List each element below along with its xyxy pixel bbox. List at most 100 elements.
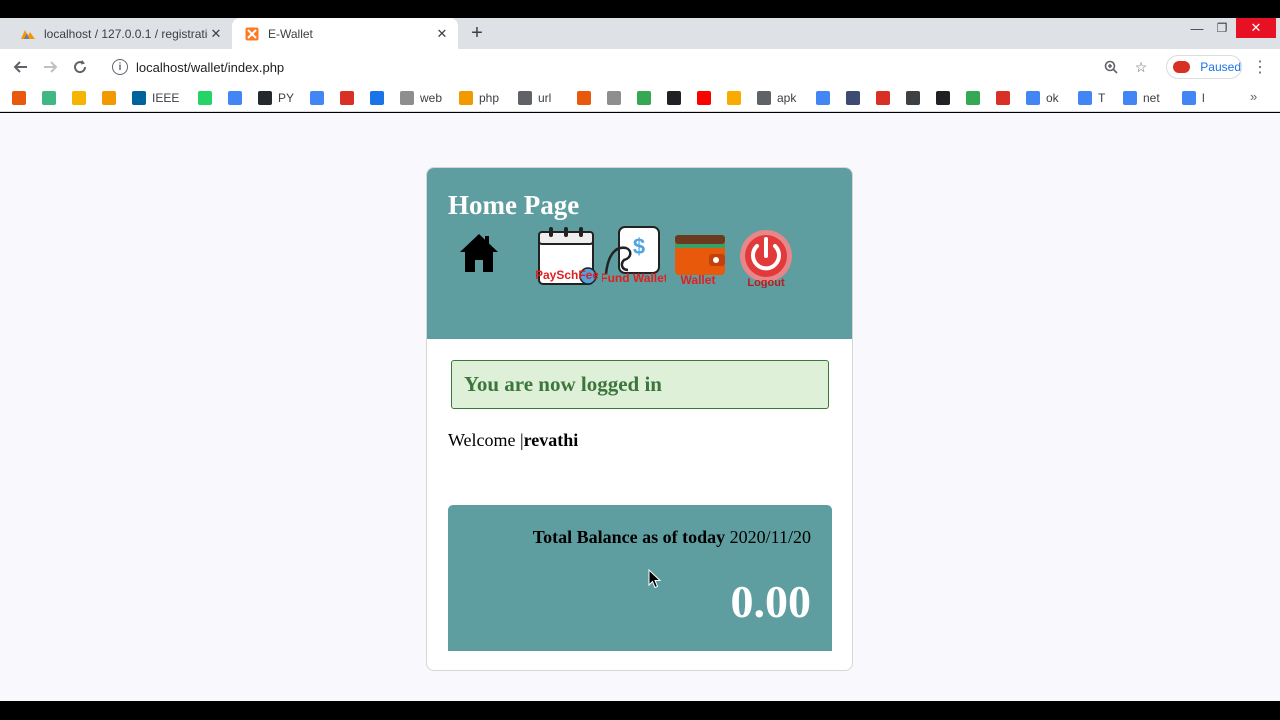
bookmark-item[interactable] — [697, 89, 717, 107]
nav-label: Wallet — [681, 273, 716, 286]
tab-strip: localhost / 127.0.0.1 / registratio ✕ E-… — [0, 18, 1280, 49]
gear-icon — [846, 91, 860, 105]
bookmark-item[interactable] — [72, 89, 92, 107]
bookmark-item[interactable] — [667, 89, 687, 107]
ieee-icon — [132, 91, 146, 105]
bookmark-item[interactable] — [637, 89, 657, 107]
bookmark-item[interactable] — [846, 89, 866, 107]
close-icon[interactable]: ✕ — [434, 26, 450, 42]
forward-button[interactable] — [39, 56, 61, 78]
url-text: localhost/wallet/index.php — [136, 59, 285, 75]
bookmark-item[interactable] — [876, 89, 896, 107]
bookmark-item[interactable] — [936, 89, 956, 107]
page-title: Home Page — [448, 190, 580, 220]
wallet-card: Home Page PaySchFee $ Fund Wallet Wallet… — [426, 167, 853, 671]
bookmark-item[interactable]: IEEE — [132, 89, 179, 107]
tab-title: E-Wallet — [268, 26, 313, 41]
star-icon[interactable]: ☆ — [1131, 57, 1151, 77]
bookmark-item[interactable] — [102, 89, 122, 107]
profile-button[interactable]: Paused — [1166, 55, 1242, 79]
arrow-right-icon — [44, 61, 58, 73]
nav-label: Logout — [747, 277, 785, 288]
nav-wallet-link[interactable]: Wallet — [673, 232, 727, 286]
nav-fund-wallet-link[interactable]: $ Fund Wallet — [602, 224, 666, 286]
nav-payschfee-link[interactable]: PaySchFee — [536, 224, 598, 286]
window-close-button[interactable]: ✕ — [1236, 18, 1276, 38]
bookmark-item[interactable]: url — [518, 89, 551, 107]
bookmark-item[interactable]: web — [400, 89, 442, 107]
username: revathi — [523, 430, 579, 450]
whatsapp-icon — [198, 91, 212, 105]
xampp-icon — [459, 91, 473, 105]
bookmark-item[interactable] — [996, 89, 1016, 107]
lock-icon — [518, 91, 532, 105]
google-icon — [816, 91, 830, 105]
phpmyadmin-icon — [20, 26, 36, 42]
stripes-icon — [228, 91, 242, 105]
bookmark-item[interactable] — [906, 89, 926, 107]
address-bar[interactable]: i localhost/wallet/index.php — [104, 53, 1154, 81]
bookmark-item[interactable] — [607, 89, 627, 107]
drive-icon — [370, 91, 384, 105]
balance-panel: Total Balance as of today 2020/11/20 0.0… — [448, 505, 832, 651]
bookmark-item[interactable] — [340, 89, 360, 107]
reload-icon — [74, 60, 87, 74]
bookmark-label: T — [1098, 91, 1106, 105]
profile-status: Paused — [1200, 60, 1241, 74]
bookmark-label: ok — [1046, 91, 1059, 105]
avatar — [1173, 61, 1191, 73]
mouse-cursor-icon — [648, 569, 662, 589]
back-button[interactable] — [10, 56, 32, 78]
tab-e-wallet[interactable]: E-Wallet ✕ — [232, 18, 458, 49]
card-header: Home Page PaySchFee $ Fund Wallet Wallet… — [427, 168, 852, 339]
cl-icon — [936, 91, 950, 105]
new-tab-button[interactable]: + — [466, 22, 488, 44]
bookmark-item[interactable] — [370, 89, 390, 107]
bookmark-item[interactable] — [12, 89, 32, 107]
restore-button[interactable]: ❐ — [1210, 18, 1234, 38]
bookmarks-bar: IEEE PY web php url apk ok Tnet l » — [0, 84, 1280, 112]
bookmark-item[interactable]: php — [459, 89, 499, 107]
nav-home-link[interactable] — [458, 230, 500, 274]
xampp-icon — [244, 26, 260, 42]
bookmark-item[interactable]: net — [1123, 89, 1160, 107]
bookmark-label: net — [1143, 91, 1160, 105]
bookmark-item[interactable]: apk — [757, 89, 796, 107]
shield-icon — [400, 91, 414, 105]
reload-button[interactable] — [69, 56, 91, 78]
bookmark-item[interactable] — [816, 89, 836, 107]
info-icon[interactable]: i — [112, 59, 128, 75]
bookmark-item[interactable] — [42, 89, 62, 107]
success-alert: You are now logged in — [451, 360, 829, 409]
bookmark-item[interactable] — [228, 89, 248, 107]
bookmark-item[interactable]: T — [1078, 89, 1105, 107]
bookmark-item[interactable]: l — [1182, 89, 1205, 107]
more-menu-icon[interactable]: ⋮ — [1250, 57, 1270, 77]
bookmark-item[interactable] — [198, 89, 218, 107]
bookmark-item[interactable] — [727, 89, 747, 107]
nav-label: PaySchFee — [536, 268, 598, 282]
bookmark-item[interactable] — [577, 89, 597, 107]
taskbar-strip — [0, 701, 1280, 720]
google-icon — [1078, 91, 1092, 105]
nav-logout-link[interactable]: Logout — [738, 230, 794, 288]
arrow-left-icon — [13, 61, 27, 73]
bookmark-item[interactable] — [966, 89, 986, 107]
minimize-button[interactable]: — — [1185, 18, 1209, 38]
envelope-icon — [757, 91, 771, 105]
bookmark-item[interactable]: PY — [258, 89, 294, 107]
bookmark-label: url — [538, 91, 552, 105]
vue-icon — [42, 91, 56, 105]
bookmark-label: apk — [777, 91, 797, 105]
flag-icon — [607, 91, 621, 105]
bookmark-item[interactable]: ok — [1026, 89, 1059, 107]
nav-label: Fund Wallet — [602, 271, 666, 285]
tab-phpmyadmin[interactable]: localhost / 127.0.0.1 / registratio ✕ — [8, 18, 232, 49]
zoom-icon[interactable] — [1101, 57, 1121, 77]
p-icon — [727, 91, 741, 105]
youtube-icon — [697, 91, 711, 105]
welcome-message: Welcome |revathi — [448, 430, 578, 451]
chevron-double-right-icon[interactable]: » — [1250, 89, 1257, 104]
close-icon[interactable]: ✕ — [208, 26, 224, 42]
bookmark-item[interactable] — [310, 89, 330, 107]
